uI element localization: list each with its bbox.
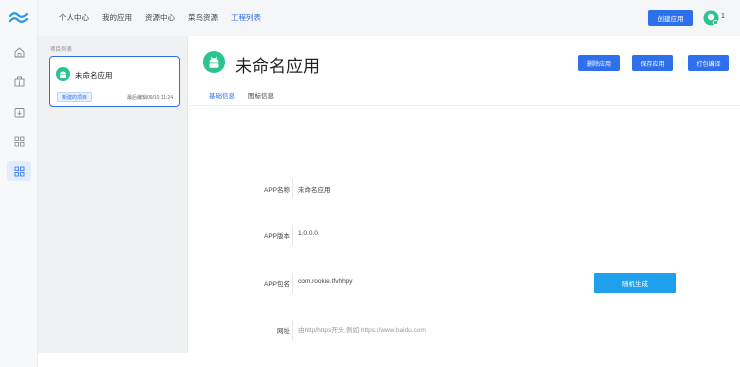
url-label: 网址 xyxy=(277,328,290,335)
logo-icon[interactable] xyxy=(9,10,29,24)
tab-basic-info[interactable]: 基础信息 xyxy=(209,90,235,106)
app-package-label: APP包名 xyxy=(263,281,290,288)
detail-tabs: 基础信息 图标信息 xyxy=(209,90,287,106)
save-app-button[interactable]: 保存应用 xyxy=(632,55,673,71)
home-icon[interactable] xyxy=(11,44,27,60)
last-edited-time: 最后编辑09/10 11:24 xyxy=(126,95,173,101)
project-list-panel: 项目列表 未命名应用 新建的项目 最后编辑09/10 11:24 xyxy=(38,36,188,353)
tab-resource-center[interactable]: 资源中心 xyxy=(145,12,175,23)
app-detail-panel: 未命名应用 删除应用 保存应用 打包编译 基础信息 图标信息 APP名称 未命名… xyxy=(189,36,740,353)
app-version-label: APP版本 xyxy=(263,233,290,240)
tab-project-list[interactable]: 工程列表 xyxy=(231,12,261,23)
avatar-count: 1 xyxy=(721,13,725,20)
grid-active-icon[interactable] xyxy=(7,161,31,181)
top-bar: 个人中心 我的应用 资源中心 菜鸟资源 工程列表 创建应用 1 xyxy=(38,0,740,36)
random-generate-button[interactable]: 随机生成 xyxy=(594,273,676,293)
app-version-field[interactable]: 1.0.0.0 xyxy=(298,230,318,237)
field-divider xyxy=(292,225,293,245)
android-icon xyxy=(56,67,70,81)
bottom-strip xyxy=(38,353,740,367)
status-badge: 新建的项目 xyxy=(57,92,93,102)
tab-rookie-resources[interactable]: 菜鸟资源 xyxy=(188,12,218,23)
create-app-button[interactable]: 创建应用 xyxy=(648,10,693,26)
build-app-button[interactable]: 打包编译 xyxy=(688,55,729,71)
left-rail xyxy=(0,0,38,367)
form-row-app-version: APP版本 1.0.0.0 xyxy=(189,225,740,245)
tab-my-apps[interactable]: 我的应用 xyxy=(102,12,132,23)
form-row-app-name: APP名称 未命名应用 xyxy=(189,179,740,199)
android-icon xyxy=(203,51,225,73)
tab-icon-info[interactable]: 图标信息 xyxy=(248,90,274,106)
project-card[interactable]: 未命名应用 新建的项目 最后编辑09/10 11:24 xyxy=(49,56,180,107)
field-divider xyxy=(292,273,293,293)
form-row-url: 网址 xyxy=(189,320,740,340)
app-root: 个人中心 我的应用 资源中心 菜鸟资源 工程列表 创建应用 1 项目列表 未命名… xyxy=(0,0,740,367)
grid-icon[interactable] xyxy=(11,133,27,149)
download-box-icon[interactable] xyxy=(11,104,27,120)
avatar[interactable] xyxy=(703,10,719,26)
field-divider xyxy=(292,179,293,199)
top-nav: 个人中心 我的应用 资源中心 菜鸟资源 工程列表 xyxy=(59,12,274,23)
project-list-title: 项目列表 xyxy=(50,47,73,53)
project-name: 未命名应用 xyxy=(75,71,113,80)
tab-personal-center[interactable]: 个人中心 xyxy=(59,12,89,23)
app-name-field[interactable]: 未命名应用 xyxy=(298,184,331,194)
field-divider xyxy=(292,320,293,340)
building-icon[interactable] xyxy=(11,73,27,89)
url-input[interactable] xyxy=(298,323,538,337)
app-package-field[interactable]: com.rookie.tfvhhpy xyxy=(298,278,353,285)
tabs-divider xyxy=(189,105,740,106)
page-title: 未命名应用 xyxy=(235,57,320,76)
delete-app-button[interactable]: 删除应用 xyxy=(578,55,620,71)
app-name-label: APP名称 xyxy=(263,187,290,194)
